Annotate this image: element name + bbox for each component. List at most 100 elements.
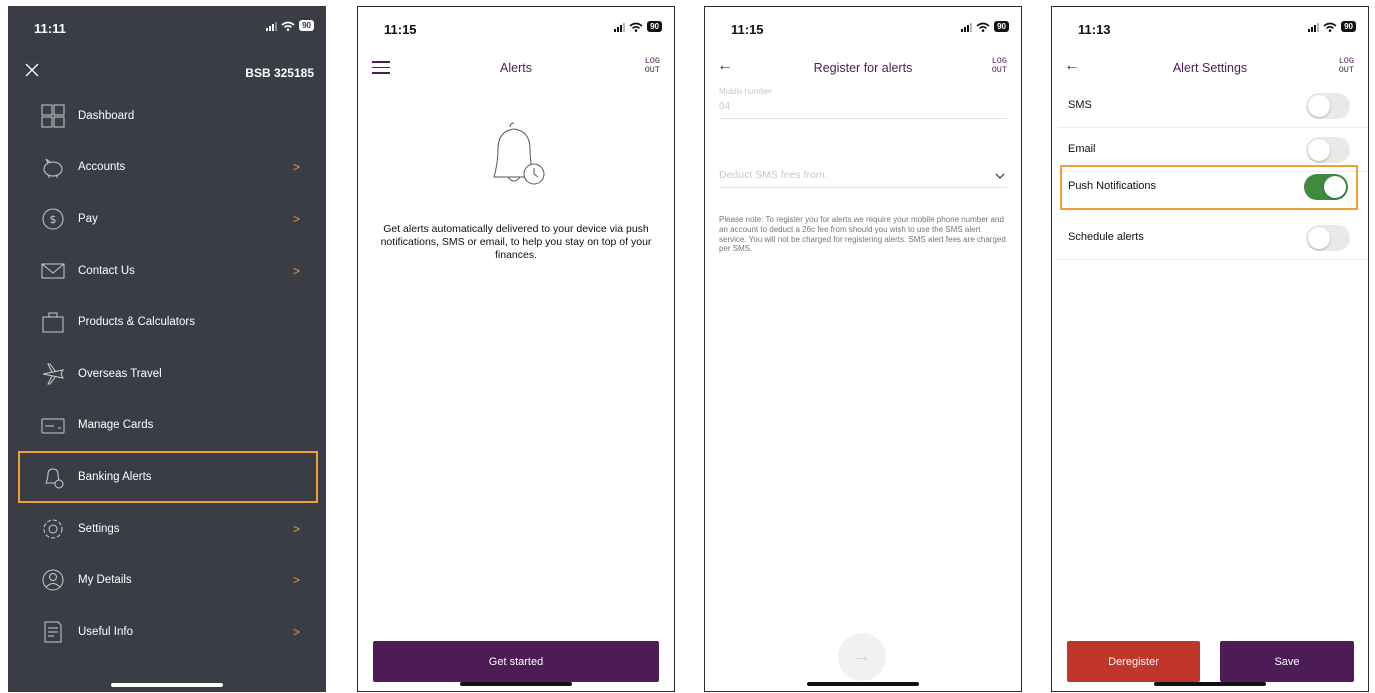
chevron-right-icon: > bbox=[292, 573, 300, 588]
menu-label: Dashboard bbox=[78, 109, 135, 122]
svg-text:$: $ bbox=[50, 213, 57, 226]
email-toggle[interactable] bbox=[1306, 137, 1350, 163]
home-indicator bbox=[1154, 682, 1266, 686]
menu-label: Overseas Travel bbox=[78, 367, 162, 380]
signal-icon bbox=[1308, 22, 1320, 32]
setting-row-sms: SMS bbox=[1058, 84, 1368, 128]
mobile-number-value: 04 bbox=[719, 101, 731, 112]
status-bar: 11:15 90 bbox=[705, 7, 1021, 47]
gear-icon bbox=[43, 519, 63, 539]
status-bar: 11:13 90 bbox=[1052, 7, 1368, 47]
status-icons: 90 bbox=[614, 21, 662, 32]
status-bar: 11:15 90 bbox=[358, 7, 674, 47]
toggle-knob bbox=[1308, 95, 1330, 117]
schedule-alerts-toggle[interactable] bbox=[1306, 225, 1350, 251]
status-icons: 90 bbox=[1308, 21, 1356, 32]
alerts-screen: 11:15 90 Alerts LOG OUT Get alerts autom… bbox=[357, 6, 675, 692]
alert-settings-screen: 11:13 90 ← Alert Settings LOG OUT SMS Em… bbox=[1051, 6, 1369, 692]
wifi-icon bbox=[629, 22, 643, 32]
deduct-label: Deduct SMS fees from: bbox=[719, 169, 828, 181]
menu-item-manage-cards[interactable]: Manage Cards bbox=[8, 400, 326, 452]
plane-icon bbox=[42, 363, 64, 385]
status-time: 11:13 bbox=[1078, 22, 1111, 37]
deregister-button[interactable]: Deregister bbox=[1067, 641, 1200, 682]
close-icon[interactable] bbox=[24, 62, 40, 78]
chevron-right-icon: > bbox=[292, 160, 300, 175]
menu-item-pay[interactable]: $ Pay > bbox=[8, 193, 326, 245]
menu-label: Manage Cards bbox=[78, 419, 154, 432]
next-button[interactable]: → bbox=[838, 633, 886, 681]
register-screen: 11:15 90 ← Register for alerts LOG OUT M… bbox=[704, 6, 1022, 692]
menu-header: BSB 325185 bbox=[8, 54, 326, 94]
mobile-number-field[interactable]: Mobile number 04 bbox=[719, 87, 1007, 119]
battery-icon: 90 bbox=[994, 21, 1009, 32]
envelope-icon bbox=[41, 263, 65, 279]
bell-icon bbox=[45, 468, 64, 489]
menu-item-my-details[interactable]: My Details > bbox=[8, 554, 326, 606]
chevron-down-icon bbox=[995, 173, 1005, 179]
status-icons: 90 bbox=[266, 20, 314, 31]
menu-label: Banking Alerts bbox=[78, 470, 152, 483]
menu-item-contact-us[interactable]: Contact Us > bbox=[8, 245, 326, 297]
document-icon bbox=[44, 621, 62, 643]
menu-item-useful-info[interactable]: Useful Info > bbox=[8, 606, 326, 658]
mobile-number-label: Mobile number bbox=[719, 87, 772, 96]
menu-screen: 11:11 90 BSB 325185 Dashboard Accounts >… bbox=[8, 6, 326, 692]
deduct-account-select[interactable]: Deduct SMS fees from: bbox=[719, 169, 1007, 188]
menu-label: My Details bbox=[78, 574, 132, 587]
home-indicator bbox=[460, 682, 572, 686]
dashboard-icon bbox=[41, 104, 65, 128]
toggle-knob bbox=[1308, 139, 1330, 161]
menu-item-banking-alerts[interactable]: Banking Alerts bbox=[18, 451, 318, 503]
signal-icon bbox=[614, 22, 626, 32]
menu-item-products-calculators[interactable]: Products & Calculators bbox=[8, 296, 326, 348]
card-icon bbox=[41, 418, 65, 434]
bag-icon bbox=[42, 312, 64, 333]
status-bar: 11:11 90 bbox=[8, 6, 326, 46]
app-header: ← Alert Settings LOG OUT bbox=[1052, 55, 1368, 85]
page-title: Alert Settings bbox=[1172, 61, 1248, 75]
side-menu: Dashboard Accounts > $ Pay > Contact Us … bbox=[8, 90, 326, 658]
battery-icon: 90 bbox=[1341, 21, 1356, 32]
page-title: Alerts bbox=[500, 61, 532, 75]
setting-label: Email bbox=[1068, 143, 1096, 155]
wifi-icon bbox=[1323, 22, 1337, 32]
user-icon bbox=[42, 569, 64, 591]
wifi-icon bbox=[976, 22, 990, 32]
piggy-bank-icon bbox=[43, 158, 63, 178]
app-header: ← Register for alerts LOG OUT bbox=[705, 55, 1021, 85]
push-notifications-toggle[interactable] bbox=[1304, 174, 1348, 200]
page-title: Register for alerts bbox=[813, 61, 913, 75]
chevron-right-icon: > bbox=[292, 624, 300, 639]
menu-label: Accounts bbox=[78, 161, 126, 174]
alerts-description: Get alerts automatically delivered to yo… bbox=[380, 223, 652, 261]
status-time: 11:11 bbox=[34, 21, 66, 36]
app-header: Alerts LOG OUT bbox=[358, 55, 674, 85]
setting-label: Push Notifications bbox=[1068, 180, 1157, 192]
menu-label: Useful Info bbox=[78, 625, 133, 638]
menu-item-dashboard[interactable]: Dashboard bbox=[8, 90, 326, 142]
home-indicator bbox=[111, 683, 223, 687]
menu-label: Contact Us bbox=[78, 264, 135, 277]
menu-label: Pay bbox=[78, 212, 98, 225]
signal-icon bbox=[266, 21, 278, 31]
menu-label: Settings bbox=[78, 522, 120, 535]
menu-item-accounts[interactable]: Accounts > bbox=[8, 142, 326, 194]
signal-icon bbox=[961, 22, 973, 32]
setting-label: SMS bbox=[1068, 99, 1092, 111]
save-button[interactable]: Save bbox=[1220, 641, 1354, 682]
menu-item-settings[interactable]: Settings > bbox=[8, 503, 326, 555]
toggle-knob bbox=[1308, 227, 1330, 249]
wifi-icon bbox=[281, 21, 295, 31]
logout-button[interactable]: LOG OUT bbox=[645, 57, 660, 75]
get-started-button[interactable]: Get started bbox=[373, 641, 659, 682]
sms-toggle[interactable] bbox=[1306, 93, 1350, 119]
status-time: 11:15 bbox=[731, 22, 764, 37]
menu-item-overseas-travel[interactable]: Overseas Travel bbox=[8, 348, 326, 400]
logout-button[interactable]: LOG OUT bbox=[992, 57, 1007, 75]
logout-button[interactable]: LOG OUT bbox=[1339, 57, 1354, 75]
bsb-number: BSB 325185 bbox=[245, 66, 314, 80]
chevron-right-icon: > bbox=[292, 211, 300, 226]
setting-label: Schedule alerts bbox=[1068, 231, 1144, 243]
chevron-right-icon: > bbox=[292, 263, 300, 278]
